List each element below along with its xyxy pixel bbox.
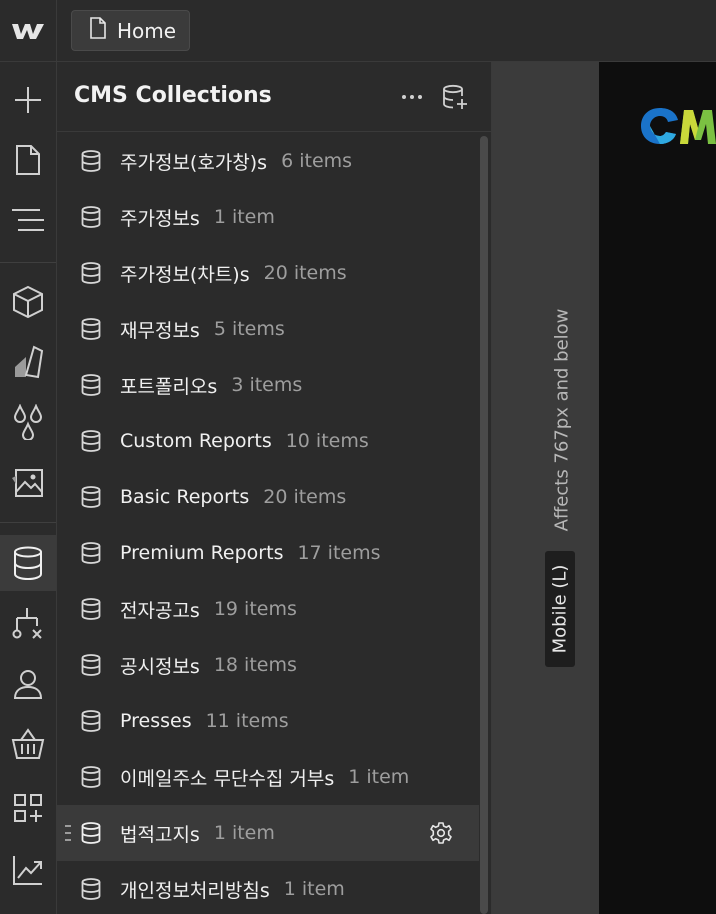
drag-handle-icon[interactable] — [65, 823, 73, 843]
breakpoint-affects-text: Affects 767px and below — [551, 308, 573, 532]
panel-scrollbar[interactable] — [480, 136, 488, 914]
home-page-label: Home — [117, 18, 177, 43]
pages-icon[interactable] — [0, 132, 56, 188]
database-icon — [81, 374, 101, 396]
style-selectors-icon[interactable] — [0, 334, 56, 390]
breakpoint-gutter — [492, 62, 599, 914]
collection-name: Custom Reports — [120, 430, 272, 452]
panel-header: CMS Collections — [57, 62, 492, 132]
collection-item[interactable]: 주가정보(차트)s 20 items — [57, 245, 479, 301]
add-elements-icon[interactable] — [0, 72, 56, 128]
database-icon — [81, 542, 101, 564]
collection-item[interactable]: Presses 11 items — [57, 693, 479, 749]
logic-icon[interactable] — [0, 595, 56, 651]
webflow-logo-icon[interactable] — [0, 0, 57, 62]
components-icon[interactable] — [0, 274, 56, 330]
apps-icon[interactable] — [0, 780, 56, 836]
users-icon[interactable] — [0, 656, 56, 712]
navigator-icon[interactable] — [0, 192, 56, 248]
site-logo-icon — [640, 104, 716, 148]
collection-count: 3 items — [231, 374, 303, 396]
database-icon — [81, 822, 101, 844]
collection-name: 재무정보s — [120, 319, 200, 342]
collection-count: 20 items — [263, 262, 347, 284]
left-toolbar — [0, 62, 57, 914]
collection-count: 5 items — [213, 318, 285, 340]
collection-name: 이메일주소 무단수집 거부s — [120, 767, 335, 790]
canvas-preview[interactable] — [599, 62, 716, 914]
collection-name: 주가정보(차트)s — [120, 263, 250, 286]
collection-item[interactable]: 이메일주소 무단수집 거부s 1 item — [57, 749, 479, 805]
collection-count: 17 items — [297, 542, 381, 564]
breakpoint-label: Mobile (L) — [549, 564, 571, 654]
settings-gear-icon[interactable] — [429, 821, 453, 845]
database-icon — [81, 430, 101, 452]
collection-item[interactable]: 재무정보s 5 items — [57, 301, 479, 357]
database-icon — [81, 486, 101, 508]
database-icon — [81, 262, 101, 284]
collection-name: 전자공고s — [120, 599, 200, 622]
collection-count: 20 items — [263, 486, 347, 508]
analytics-icon[interactable] — [0, 842, 56, 898]
collection-item-hovered[interactable]: 법적고지s 1 item — [57, 805, 479, 861]
collection-name: Presses — [120, 710, 192, 732]
database-icon — [81, 206, 101, 228]
panel-title: CMS Collections — [74, 83, 272, 108]
collection-item[interactable]: 공시정보s 18 items — [57, 637, 479, 693]
cms-collections-panel: CMS Collections 주가정보(호가창)s 6 items 주가정보s… — [57, 62, 492, 914]
collection-count: 19 items — [213, 598, 297, 620]
collection-item[interactable]: 주가정보(호가창)s 6 items — [57, 133, 479, 189]
home-page-button[interactable]: Home — [71, 10, 190, 51]
variables-icon[interactable] — [0, 394, 56, 450]
collection-item[interactable]: 개인정보처리방침s 1 item — [57, 861, 479, 914]
database-icon — [81, 318, 101, 340]
database-icon — [81, 766, 101, 788]
collection-count: 18 items — [213, 654, 297, 676]
add-collection-icon[interactable] — [442, 84, 468, 110]
collection-count: 1 item — [213, 206, 275, 228]
database-icon — [81, 598, 101, 620]
collection-item[interactable]: 주가정보s 1 item — [57, 189, 479, 245]
collection-name: 공시정보s — [120, 655, 200, 678]
collection-item[interactable]: Basic Reports 20 items — [57, 469, 479, 525]
database-icon — [81, 150, 101, 172]
collection-count: 1 item — [348, 766, 410, 788]
collection-item[interactable]: 전자공고s 19 items — [57, 581, 479, 637]
collection-count: 10 items — [285, 430, 369, 452]
collection-name: 주가정보(호가창)s — [120, 151, 268, 174]
top-bar: Home — [0, 0, 716, 62]
collection-count: 1 item — [213, 822, 275, 844]
collection-item[interactable]: 포트폴리오s 3 items — [57, 357, 479, 413]
ecommerce-icon[interactable] — [0, 716, 56, 772]
collection-name: Premium Reports — [120, 542, 284, 564]
collection-name: 개인정보처리방침s — [120, 879, 270, 902]
collection-count: 1 item — [283, 878, 345, 900]
assets-icon[interactable] — [0, 454, 56, 510]
more-options-icon[interactable] — [400, 85, 424, 109]
database-icon — [81, 878, 101, 900]
collection-name: Basic Reports — [120, 486, 250, 508]
page-icon — [89, 17, 107, 44]
collection-name: 주가정보s — [120, 207, 200, 230]
collection-count: 6 items — [281, 150, 353, 172]
cms-icon[interactable] — [0, 535, 56, 591]
collection-item[interactable]: Custom Reports 10 items — [57, 413, 479, 469]
collection-count: 11 items — [205, 710, 289, 732]
database-icon — [81, 654, 101, 676]
collection-name: 법적고지s — [120, 823, 200, 846]
collection-list: 주가정보(호가창)s 6 items 주가정보s 1 item 주가정보(차트)… — [57, 133, 479, 914]
collection-name: 포트폴리오s — [120, 375, 218, 398]
database-icon — [81, 710, 101, 732]
collection-item[interactable]: Premium Reports 17 items — [57, 525, 479, 581]
